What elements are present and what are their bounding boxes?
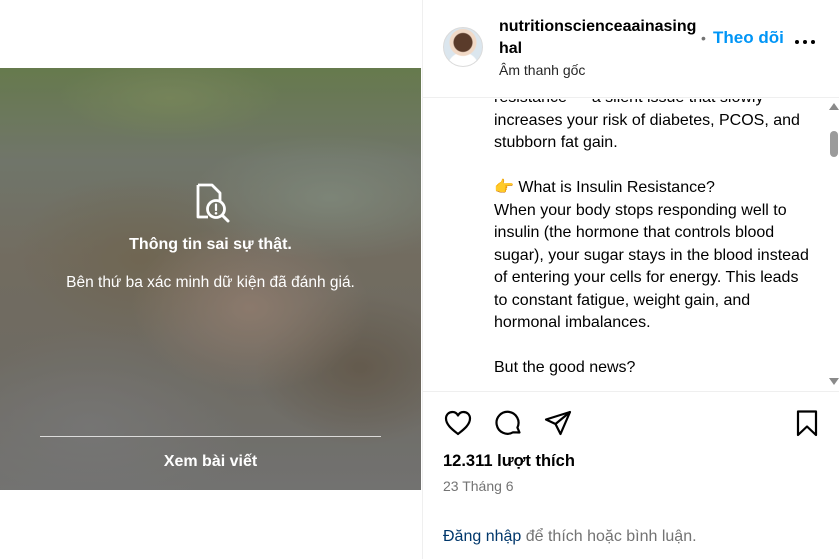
caption-line: When your body stops responding well to … (494, 201, 809, 332)
scrollbar-thumb[interactable] (830, 131, 838, 157)
username-link[interactable]: nutritionscienceaainasinghal (499, 16, 699, 60)
share-icon[interactable] (543, 408, 573, 438)
bookmark-icon[interactable] (792, 408, 822, 438)
media-area: Thông tin sai sự thật. Bên thứ ba xác mi… (0, 0, 422, 559)
separator-dot: • (701, 30, 706, 46)
caption-scrollbar[interactable] (826, 99, 839, 391)
comment-icon[interactable] (493, 408, 523, 438)
likes-count[interactable]: 12.311 lượt thích (443, 452, 575, 471)
original-audio-link[interactable]: Âm thanh gốc (499, 62, 585, 78)
caption-line: But the good news? (494, 359, 636, 376)
caption-scroll-area[interactable]: resistance — a silent issue that slowly … (423, 99, 839, 391)
login-prompt: Đăng nhập để thích hoặc bình luận. (443, 528, 697, 546)
more-options-icon[interactable] (795, 38, 817, 46)
view-post-button[interactable]: Xem bài viết (0, 453, 421, 471)
avatar[interactable] (443, 27, 483, 67)
login-prompt-text: để thích hoặc bình luận. (521, 528, 697, 545)
fact-check-icon (196, 183, 230, 223)
login-link[interactable]: Đăng nhập (443, 528, 521, 545)
fact-check-title: Thông tin sai sự thật. (129, 236, 292, 253)
divider (40, 436, 381, 437)
heart-icon[interactable] (443, 408, 473, 438)
scroll-down-arrow[interactable] (829, 378, 839, 385)
caption-line: resistance — a silent issue that slowly … (494, 99, 800, 151)
post-side-panel: nutritionscienceaainasinghal Âm thanh gố… (422, 0, 839, 559)
post-media-blurred: Thông tin sai sự thật. Bên thứ ba xác mi… (0, 68, 421, 490)
post-actions: 12.311 lượt thích 23 Tháng 6 Đăng nhập đ… (423, 391, 839, 559)
caption-text: resistance — a silent issue that slowly … (494, 99, 814, 380)
caption-line: 👉 What is Insulin Resistance? (494, 179, 715, 196)
follow-button[interactable]: Theo dõi (713, 28, 784, 48)
fact-check-subtitle: Bên thứ ba xác minh dữ kiện đã đánh giá. (66, 274, 355, 291)
post-date[interactable]: 23 Tháng 6 (443, 478, 514, 494)
scroll-up-arrow[interactable] (829, 103, 839, 110)
post-header: nutritionscienceaainasinghal Âm thanh gố… (423, 0, 839, 98)
